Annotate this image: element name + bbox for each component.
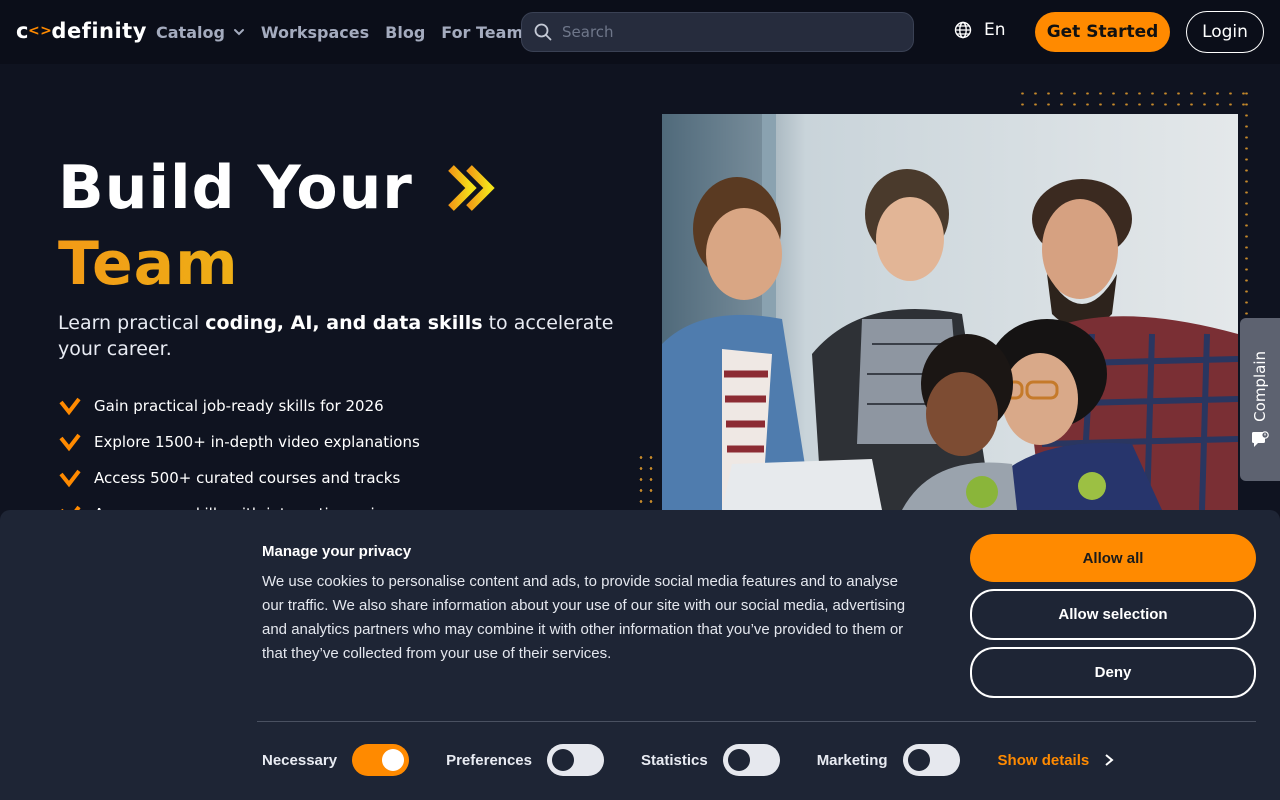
show-details-link[interactable]: Show details (998, 752, 1116, 769)
hero-title-line2: Team (58, 226, 499, 302)
hero-team-photo (662, 114, 1238, 510)
preferences-switch[interactable] (546, 744, 604, 776)
feature-text: Explore 1500+ in-depth video explanation… (94, 433, 420, 451)
get-started-button[interactable]: Get Started (1035, 12, 1170, 52)
logo-chevron-icon: <> (27, 23, 53, 39)
toggle-label: Necessary (262, 751, 338, 769)
nav-catalog[interactable]: Catalog (156, 20, 245, 44)
hero-subtitle-bold: coding, AI, and data skills (205, 312, 483, 334)
divider (257, 721, 1256, 722)
team-photo-illustration (662, 114, 1238, 510)
codefinity-logo[interactable]: c <> definity (16, 19, 147, 43)
nav-workspaces[interactable]: Workspaces (261, 20, 369, 44)
checkmark-icon (59, 433, 81, 452)
toggle-statistics: Statistics (641, 744, 780, 776)
nav-catalog-label: Catalog (156, 22, 225, 42)
chevron-down-icon (233, 29, 244, 36)
top-navbar: c <> definity Catalog Workspaces Blog Fo… (0, 0, 1280, 64)
switch-knob (551, 749, 574, 771)
toggle-necessary: Necessary (262, 744, 410, 776)
feature-item: Gain practical job-ready skills for 2026 (58, 388, 420, 424)
toggle-label: Marketing (816, 751, 888, 769)
complain-tab[interactable]: Complain (1240, 318, 1280, 481)
toggle-label: Preferences (446, 751, 532, 769)
checkmark-icon (59, 469, 81, 488)
allow-all-button[interactable]: Allow all (970, 534, 1256, 582)
login-button[interactable]: Login (1186, 11, 1264, 53)
dot-pattern-decoration (1240, 88, 1254, 328)
search-box[interactable] (521, 12, 914, 52)
language-label: En (984, 20, 1006, 40)
switch-knob (907, 749, 930, 771)
nav-blog[interactable]: Blog (385, 20, 425, 44)
dot-pattern-decoration (636, 452, 654, 512)
allow-selection-button[interactable]: Allow selection (970, 589, 1256, 640)
feature-text: Access 500+ curated courses and tracks (94, 469, 401, 487)
dot-pattern-decoration (1016, 88, 1246, 108)
necessary-switch[interactable] (352, 744, 410, 776)
toggle-label: Statistics (640, 751, 708, 769)
statistics-switch[interactable] (722, 744, 780, 776)
hero-title: Build Your Team (58, 150, 499, 302)
globe-icon (954, 21, 972, 39)
logo-text-suffix: definity (51, 19, 147, 43)
nav-links: Catalog Workspaces Blog For Teams (156, 20, 549, 44)
deny-button[interactable]: Deny (970, 647, 1256, 698)
search-input[interactable] (562, 23, 882, 41)
complain-label: Complain (1251, 351, 1269, 422)
show-details-label: Show details (997, 751, 1090, 769)
toggle-marketing: Marketing (817, 744, 960, 776)
switch-knob (382, 749, 405, 771)
double-chevron-right-icon (448, 165, 495, 211)
chevron-right-icon (1105, 754, 1114, 766)
switch-knob (727, 749, 750, 771)
nav-for-teams[interactable]: For Teams (441, 20, 532, 44)
cookie-title: Manage your privacy (262, 543, 412, 560)
feedback-icon (1252, 431, 1269, 447)
feature-item: Access 500+ curated courses and tracks (58, 460, 420, 496)
toggle-preferences: Preferences (446, 744, 604, 776)
hero-subtitle: Learn practical coding, AI, and data ski… (58, 310, 618, 362)
feature-item: Explore 1500+ in-depth video explanation… (58, 424, 420, 460)
cookie-toggles: Necessary Preferences Statistics Marketi… (262, 744, 1115, 776)
cookie-description: We use cookies to personalise content an… (262, 573, 906, 662)
language-selector[interactable]: En (954, 20, 1006, 40)
search-icon (534, 23, 552, 41)
marketing-switch[interactable] (902, 744, 960, 776)
checkmark-icon (59, 397, 81, 416)
feature-text: Gain practical job-ready skills for 2026 (94, 397, 384, 415)
hero-subtitle-pre: Learn practical (58, 312, 206, 334)
hero-title-line1: Build Your (58, 153, 413, 223)
cookie-consent-banner: Manage your privacy We use cookies to pe… (0, 510, 1280, 800)
